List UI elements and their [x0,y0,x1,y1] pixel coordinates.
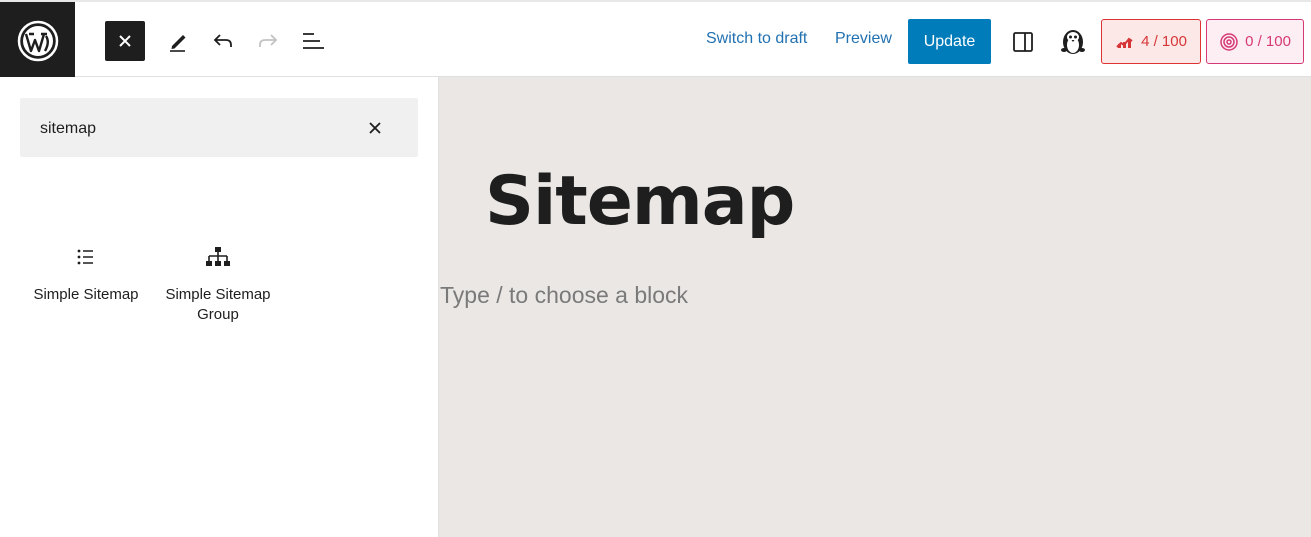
sidebar-toggle-icon [1013,32,1033,52]
editor-canvas[interactable]: Sitemap Type / to choose a block [439,77,1311,537]
content-score-button[interactable]: 0 / 100 [1206,19,1304,64]
block-result-simple-sitemap[interactable]: Simple Sitemap [20,242,152,305]
undo-button[interactable] [205,23,241,59]
block-result-label: Simple Sitemap Group [165,286,271,323]
editor-toolbar: Switch to draft Preview Update 4 / 100 0… [0,0,1311,79]
block-search-input[interactable]: sitemap [20,98,418,157]
sitemap-hierarchy-icon [206,247,230,266]
post-title[interactable]: Sitemap [485,162,795,241]
block-inserter-panel: sitemap Simple Sitemap Simple Sitemap Gr… [0,77,439,537]
block-result-simple-sitemap-group[interactable]: Simple Sitemap Group [152,242,284,325]
redo-button[interactable] [250,23,286,59]
block-result-label: Simple Sitemap [33,286,139,303]
list-icon [77,249,93,265]
list-view-icon [303,33,324,49]
content-score-value: 0 / 100 [1245,33,1291,50]
preview-button[interactable]: Preview [835,30,892,48]
search-value[interactable]: sitemap [40,120,96,138]
fingerprint-icon [1220,32,1238,51]
update-button[interactable]: Update [908,19,991,64]
switch-to-draft-button[interactable]: Switch to draft [706,30,807,48]
clear-search-button[interactable] [360,113,390,143]
block-appender-placeholder[interactable]: Type / to choose a block [440,282,688,309]
redo-icon [259,34,278,47]
close-inserter-button[interactable] [105,21,145,61]
settings-button[interactable] [1005,24,1041,60]
close-icon [369,122,381,134]
pencil-icon [170,35,186,52]
document-overview-button[interactable] [295,23,331,59]
penguin-icon [1061,30,1085,54]
edit-tool-button[interactable] [160,23,196,59]
plugin-button[interactable] [1055,24,1091,60]
seo-score-value: 4 / 100 [1141,33,1187,50]
close-icon [119,35,131,47]
wordpress-logo-icon[interactable] [0,2,75,79]
seo-score-button[interactable]: 4 / 100 [1101,19,1201,64]
seo-chart-icon [1116,37,1133,48]
undo-icon [213,34,232,47]
